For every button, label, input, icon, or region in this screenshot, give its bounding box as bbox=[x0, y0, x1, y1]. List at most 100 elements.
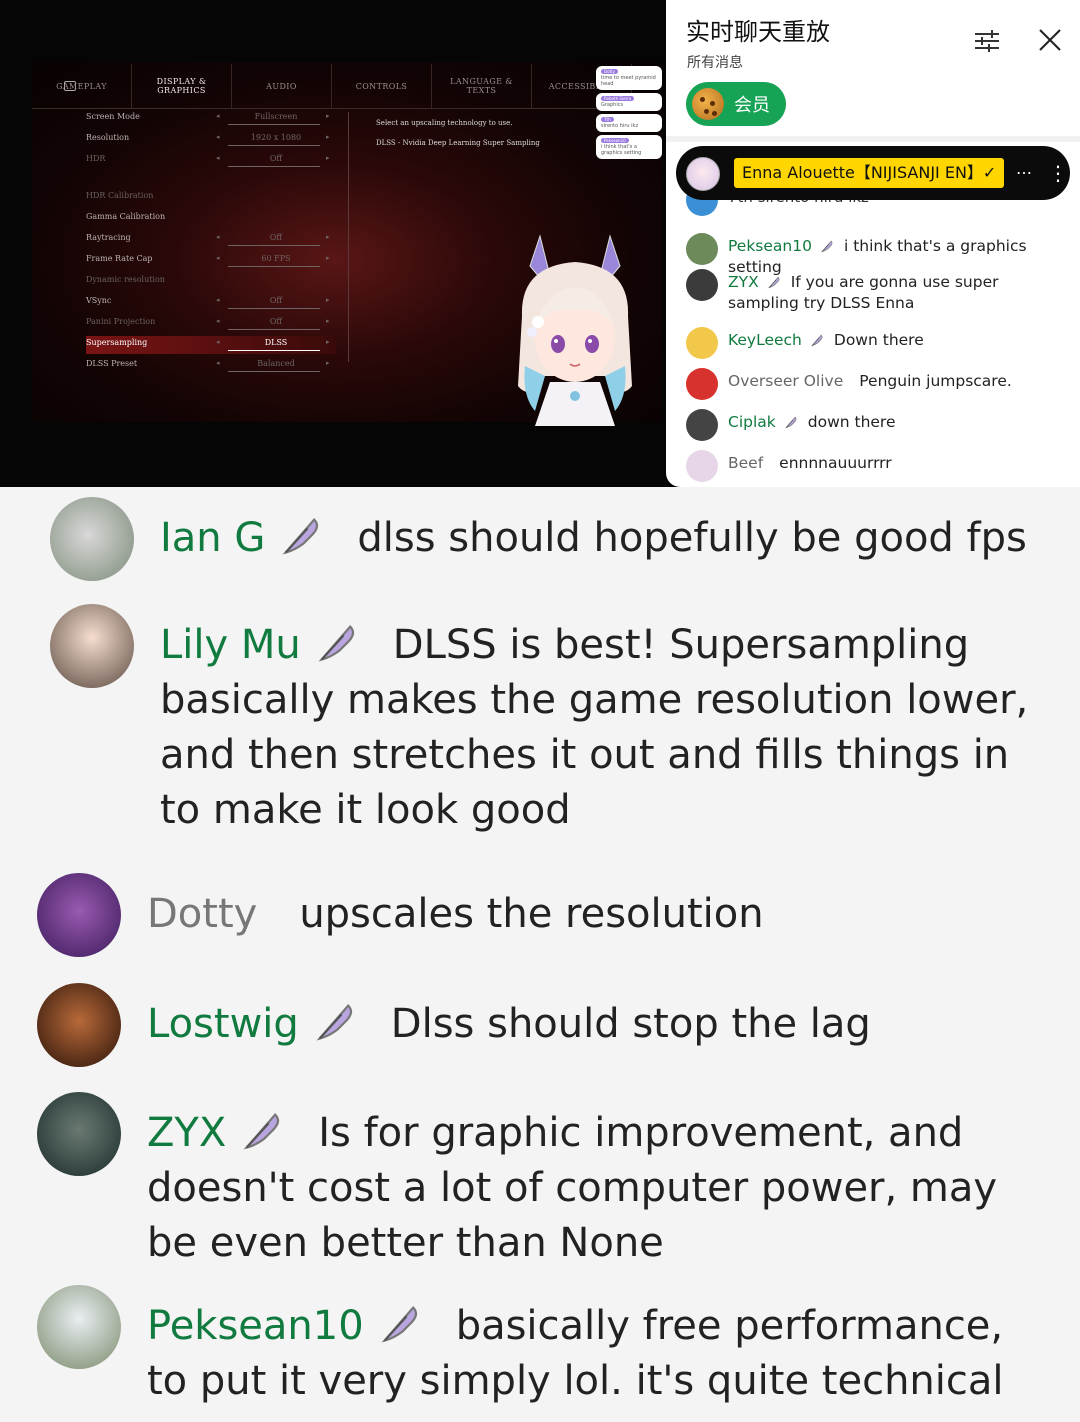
game-setting-underline bbox=[228, 124, 320, 125]
members-label: 会员 bbox=[734, 95, 770, 116]
members-filter-button[interactable]: 会员 bbox=[686, 82, 786, 126]
game-setting-row: Frame Rate Cap ◂ 60 FPS ▸ bbox=[86, 252, 336, 270]
game-setting-row: HDR ◂ Off ▸ bbox=[86, 152, 336, 170]
chat-message-text: Down there bbox=[833, 331, 924, 349]
zoomed-chat-body: Dotty upscales the resolution bbox=[147, 873, 1027, 942]
game-tab-controls: CONTROLS bbox=[332, 64, 432, 108]
arrow-left-icon: ◂ bbox=[216, 338, 220, 346]
chat-author-name[interactable]: Peksean10 bbox=[147, 1303, 364, 1349]
game-setting-row: Raytracing ◂ Off ▸ bbox=[86, 231, 336, 249]
chat-author-name[interactable]: Lily Mu bbox=[160, 622, 301, 668]
zoomed-chat-body: Lily Mu DLSS is best! Supersampling basic… bbox=[160, 604, 1040, 838]
game-tab-display: DISPLAY & GRAPHICS bbox=[132, 64, 232, 108]
chat-author-name[interactable]: Ian G bbox=[160, 515, 265, 561]
game-setting-value: 60 FPS bbox=[261, 254, 291, 263]
arrow-right-icon: ▸ bbox=[326, 233, 330, 241]
game-setting-value: Off bbox=[269, 296, 283, 305]
arrow-left-icon: ◂ bbox=[216, 317, 220, 325]
arrow-right-icon: ▸ bbox=[326, 317, 330, 325]
chat-author-name[interactable]: Overseer Olive bbox=[728, 372, 843, 390]
game-setting-label: Screen Mode bbox=[86, 112, 140, 121]
avatar[interactable] bbox=[50, 497, 134, 581]
chat-message-text: dlss should hopefully be good fps bbox=[357, 515, 1027, 561]
avatar[interactable] bbox=[686, 450, 718, 482]
feather-icon bbox=[767, 276, 780, 289]
chat-author-name[interactable]: Peksean10 bbox=[728, 237, 812, 255]
more-icon[interactable]: ⋮ bbox=[1048, 158, 1068, 188]
avatar[interactable] bbox=[37, 1092, 121, 1176]
feather-icon bbox=[821, 240, 833, 253]
chat-message: KeyLeech Down there bbox=[686, 327, 1070, 359]
avatar[interactable] bbox=[686, 368, 718, 400]
avatar[interactable] bbox=[37, 873, 121, 957]
game-setting-value: 1920 x 1080 bbox=[250, 133, 302, 142]
chat-message-body: KeyLeech Down there bbox=[728, 330, 1070, 351]
zoomed-chat-message: ZYX Is for graphic improvement, and doesn… bbox=[37, 1092, 1037, 1271]
game-setting-label: Frame Rate Cap bbox=[86, 254, 153, 263]
game-setting-row: Resolution ◂ 1920 x 1080 ▸ bbox=[86, 131, 336, 149]
chat-message-text: Dlss should stop the lag bbox=[390, 1001, 871, 1047]
game-setting-underline bbox=[228, 166, 320, 167]
chat-message-body: Overseer Olive Penguin jumpscare. bbox=[728, 371, 1070, 392]
overlay-chat-name: Rebeth Sierra bbox=[601, 96, 635, 101]
chat-author-name[interactable]: ZYX bbox=[147, 1110, 226, 1156]
feather-icon bbox=[243, 1112, 280, 1150]
chat-message: Beef ennnnauuurrrr bbox=[686, 450, 1070, 482]
zoomed-chat-message: Lostwig Dlss should stop the lag bbox=[37, 983, 1037, 1067]
chat-author-name[interactable]: Beef bbox=[728, 454, 763, 472]
setting-description: Select an upscaling technology to use. bbox=[376, 119, 513, 127]
game-settings-tabs: GAMEPLAY DISPLAY & GRAPHICS AUDIO CONTRO… bbox=[32, 64, 632, 109]
chat-message: ZYX If you are gonna use super sampling t… bbox=[686, 269, 1070, 314]
filter-icon[interactable] bbox=[972, 26, 1002, 56]
chat-author-name[interactable]: Dotty bbox=[147, 891, 257, 937]
overlay-chat-name: Peksean10 bbox=[601, 138, 629, 143]
game-setting-underline bbox=[228, 371, 320, 372]
game-setting-row: DLSS Preset ◂ Balanced ▸ bbox=[86, 357, 336, 375]
game-video[interactable]: GAMEPLAY DISPLAY & GRAPHICS AUDIO CONTRO… bbox=[0, 0, 666, 487]
avatar[interactable] bbox=[50, 604, 134, 688]
feather-icon bbox=[318, 624, 354, 662]
game-setting-row: VSync ◂ Off ▸ bbox=[86, 294, 336, 312]
overlay-chat-text: sirento hiru ikz bbox=[601, 123, 639, 129]
zoomed-chat-body: ZYX Is for graphic improvement, and doesn… bbox=[147, 1092, 1027, 1271]
overlay-chat-text: time to meet pyramid head bbox=[601, 75, 656, 87]
arrow-left-icon: ◂ bbox=[216, 254, 220, 262]
chat-author-name[interactable]: ZYX bbox=[728, 273, 759, 291]
zoomed-chat-message: Lily Mu DLSS is best! Supersampling basic… bbox=[50, 604, 1050, 838]
avatar[interactable] bbox=[686, 409, 718, 441]
game-setting-label: Raytracing bbox=[86, 233, 131, 242]
game-setting-row: HDR Calibration bbox=[86, 189, 336, 207]
zoomed-chat-message: Ian G dlss should hopefully be good fps bbox=[50, 497, 1050, 581]
close-icon[interactable] bbox=[1036, 26, 1064, 54]
avatar[interactable] bbox=[686, 233, 718, 265]
divider bbox=[348, 112, 349, 362]
overlay-chat-name: Dotty bbox=[601, 69, 619, 74]
chat-filter-label[interactable]: 所有消息 bbox=[687, 52, 743, 72]
game-setting-row: Gamma Calibration bbox=[86, 210, 336, 228]
chat-message-body: Ciplak down there bbox=[728, 412, 1070, 433]
game-setting-label: Supersampling bbox=[86, 338, 148, 347]
game-setting-value: Off bbox=[269, 233, 283, 242]
avatar[interactable] bbox=[37, 983, 121, 1067]
chat-author-name[interactable]: Lostwig bbox=[147, 1001, 299, 1047]
chat-author-name[interactable]: Ciplak bbox=[728, 413, 776, 431]
avatar[interactable] bbox=[686, 269, 718, 301]
arrow-right-icon: ▸ bbox=[326, 154, 330, 162]
game-setting-underline bbox=[228, 308, 320, 309]
avatar[interactable] bbox=[686, 327, 718, 359]
zoomed-chat-body: Peksean10 basically free performance, to … bbox=[147, 1285, 1027, 1409]
zoomed-chat-body: Lostwig Dlss should stop the lag bbox=[147, 983, 1027, 1052]
game-setting-value: DLSS bbox=[264, 338, 288, 347]
arrow-right-icon: ▸ bbox=[326, 359, 330, 367]
game-tab-language: LANGUAGE & TEXTS bbox=[432, 64, 532, 108]
game-setting-label: HDR bbox=[86, 154, 106, 163]
pinned-message[interactable]: Enna Alouette【NIJISANJI EN】✓ … ⋮ bbox=[676, 146, 1070, 200]
chat-message-text: Penguin jumpscare. bbox=[859, 372, 1012, 390]
chat-message-body: ZYX If you are gonna use super sampling t… bbox=[728, 272, 1070, 314]
game-setting-value: Fullscreen bbox=[254, 112, 298, 121]
zoomed-chat-body: Ian G dlss should hopefully be good fps bbox=[160, 497, 1040, 566]
chat-author-name[interactable]: KeyLeech bbox=[728, 331, 802, 349]
avatar[interactable] bbox=[37, 1285, 121, 1369]
game-setting-value: Off bbox=[269, 317, 283, 326]
overlay-chat-text: i think that's a graphics setting bbox=[601, 144, 642, 156]
